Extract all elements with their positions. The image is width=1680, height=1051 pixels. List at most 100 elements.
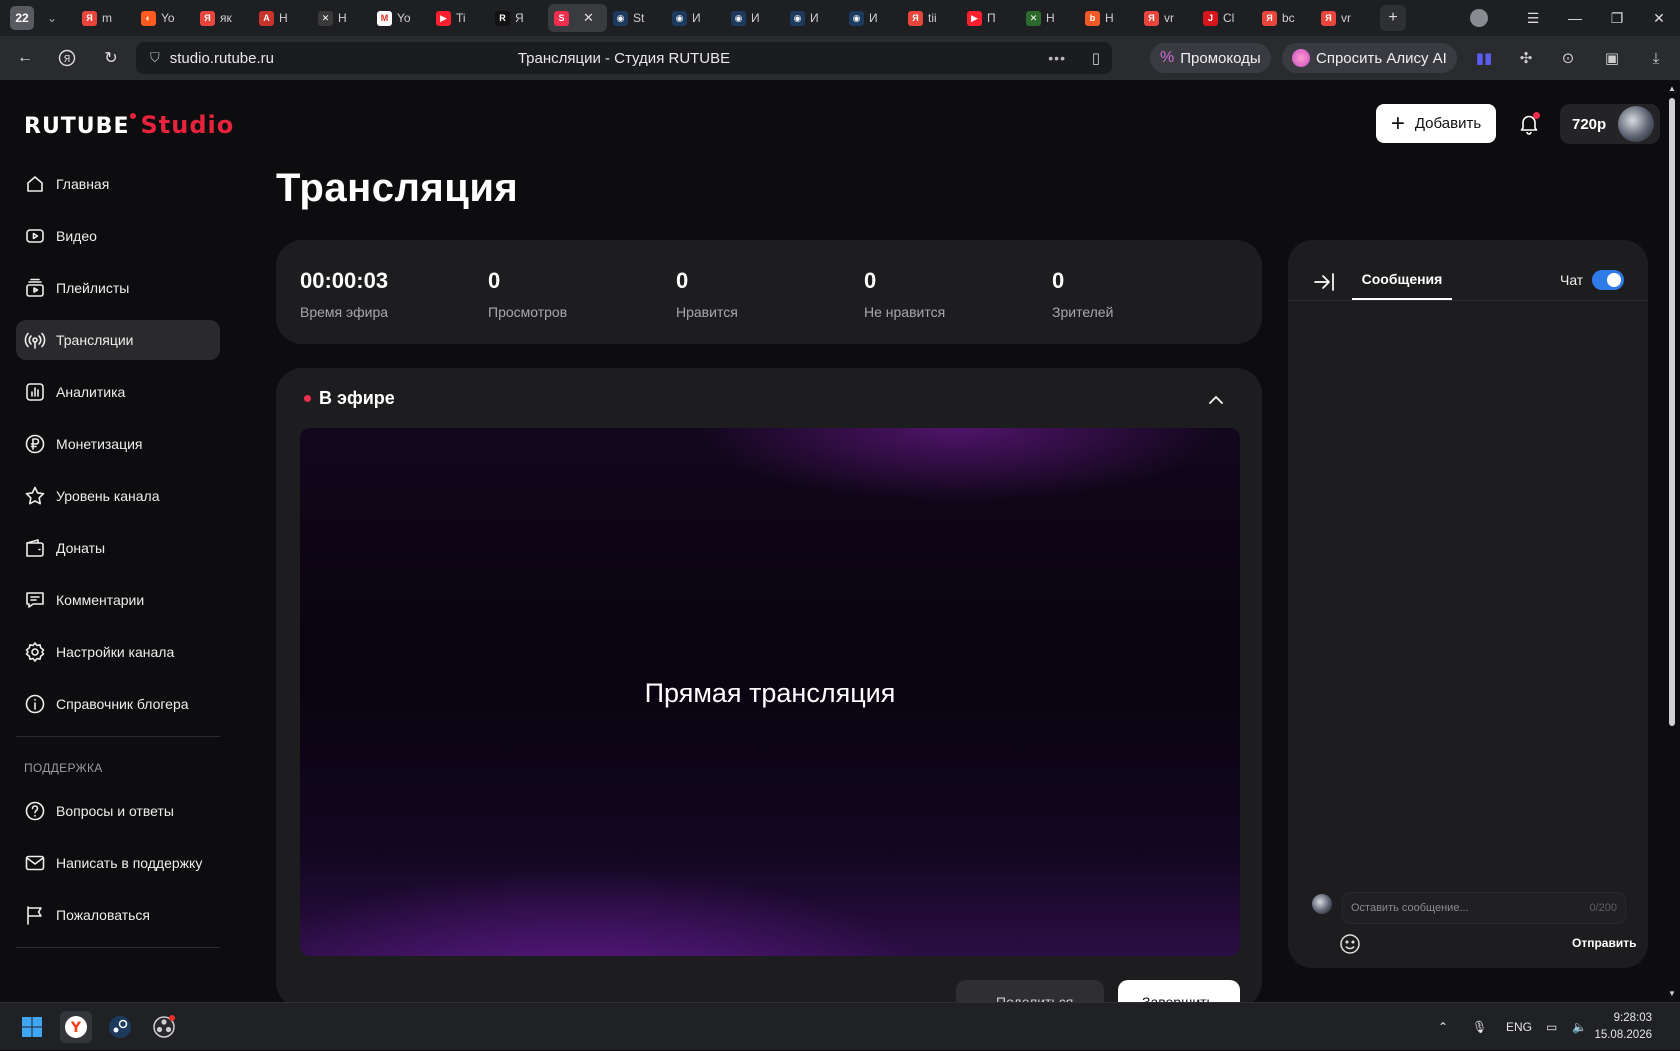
collapse-panel-icon[interactable] xyxy=(1312,270,1336,294)
browser-tab[interactable]: ✕ H xyxy=(1020,4,1079,32)
menu-icon[interactable]: ☰ xyxy=(1512,10,1554,27)
yandex-browser-icon[interactable]: Y xyxy=(60,1011,92,1043)
volume-icon[interactable]: 🔈 xyxy=(1572,1003,1587,1051)
sidebar-item-playlist[interactable]: Плейлисты xyxy=(16,268,220,308)
browser-tab[interactable]: ◉ И xyxy=(784,4,843,32)
stat-viewers: 0 Зрителей xyxy=(1052,268,1113,320)
steam-icon[interactable] xyxy=(104,1011,136,1043)
sidebar-item-label: Вопросы и ответы xyxy=(56,803,174,819)
browser-tab[interactable]: Яm xyxy=(76,4,135,32)
sidebar-item-gear[interactable]: Настройки канала xyxy=(16,632,220,672)
browser-tab[interactable]: bH xyxy=(1079,4,1138,32)
gear-icon xyxy=(24,641,46,663)
browser-tab[interactable]: Яvr xyxy=(1138,4,1197,32)
promo-button[interactable]: % Промокоды xyxy=(1150,43,1271,73)
clock[interactable]: 9:28:03 15.08.2026 xyxy=(1594,1010,1652,1044)
tab-favicon-icon: b xyxy=(1085,10,1100,26)
browser-tab[interactable]: S ✕ xyxy=(548,4,607,32)
new-tab-button[interactable]: + xyxy=(1380,5,1406,31)
minimize-icon[interactable]: — xyxy=(1554,10,1596,26)
bookmark-icon[interactable]: ▯ xyxy=(1092,49,1100,67)
browser-tab[interactable]: AH xyxy=(253,4,312,32)
browser-tab[interactable]: Яvr xyxy=(1315,4,1374,32)
reload-icon[interactable]: ↻ xyxy=(98,45,124,71)
browser-tab[interactable]: Яяк xyxy=(194,4,253,32)
chat-panel: Сообщения Чат Оставить сообщение... 0/20… xyxy=(1288,240,1648,968)
logo-studio: Studio xyxy=(140,111,235,139)
live-label: В эфире xyxy=(319,388,395,408)
close-window-icon[interactable]: ✕ xyxy=(1638,10,1680,27)
live-stream-panel: В эфире Прямая трансляция Поделиться Зав… xyxy=(276,368,1262,1008)
browser-tab[interactable]: J Cl xyxy=(1197,4,1256,32)
sidebar-item-ruble[interactable]: Монетизация xyxy=(16,424,220,464)
microphone-icon[interactable]: 🎙 xyxy=(1472,1003,1487,1051)
tab-favicon-icon: ▶ xyxy=(436,10,451,26)
browser-tab[interactable]: ◉ И xyxy=(666,4,725,32)
yandex-icon[interactable]: Я xyxy=(54,45,80,71)
flag-icon xyxy=(24,904,46,926)
sidebar-item-home[interactable]: Главная xyxy=(16,164,220,204)
scroll-down-icon[interactable]: ▼ xyxy=(1668,989,1676,998)
language-indicator[interactable]: ENG xyxy=(1506,1003,1532,1051)
browser-tab[interactable]: ◉ St xyxy=(607,4,666,32)
sidebar-item-label: Трансляции xyxy=(56,332,134,348)
sidebar-item-flag[interactable]: Пожаловаться xyxy=(16,895,220,935)
sidebar-item-comment[interactable]: Комментарии xyxy=(16,580,220,620)
rutube-studio-logo[interactable]: RUTUBE Studio xyxy=(24,111,234,139)
browser-tab[interactable]: M Yo xyxy=(371,4,430,32)
chevron-down-icon[interactable]: ⌄ xyxy=(40,6,64,30)
browser-tab[interactable]: Яbc xyxy=(1256,4,1315,32)
add-button[interactable]: + Добавить xyxy=(1376,104,1496,143)
sidebar-item-mail[interactable]: Написать в поддержку xyxy=(16,843,220,883)
windows-start-icon[interactable] xyxy=(16,1011,48,1043)
message-input[interactable]: Оставить сообщение... 0/200 xyxy=(1342,892,1626,924)
sidebar-item-info[interactable]: Справочник блогера xyxy=(16,684,220,724)
scroll-thumb[interactable] xyxy=(1669,98,1675,726)
stat-views: 0 Просмотров xyxy=(488,268,567,320)
sidebar-item-video[interactable]: Видео xyxy=(16,216,220,256)
video-player[interactable]: Прямая трансляция xyxy=(300,428,1240,956)
sidebar-item-wallet[interactable]: Донаты xyxy=(16,528,220,568)
browser-tab[interactable]: ▶ П xyxy=(961,4,1020,32)
tab-label: H xyxy=(279,11,288,25)
restore-icon[interactable]: ❐ xyxy=(1596,10,1638,27)
alice-button[interactable]: Спросить Алису AI xyxy=(1282,43,1457,73)
tab-messages[interactable]: Сообщения xyxy=(1352,260,1452,300)
sidebar-item-broadcast[interactable]: Трансляции xyxy=(16,320,220,360)
sidebar-item-analytics[interactable]: Аналитика xyxy=(16,372,220,412)
browser-tab[interactable]: RЯ xyxy=(489,4,548,32)
send-button[interactable]: Отправить xyxy=(1572,936,1636,950)
vpn-extension-icon[interactable]: ▣ xyxy=(1602,48,1622,68)
browser-tab[interactable]: ▶ Ti xyxy=(430,4,489,32)
browser-tab[interactable]: ◐ Yo xyxy=(135,4,194,32)
download-icon[interactable]: ⤓ xyxy=(1646,48,1666,68)
browser-tab[interactable]: Яtii xyxy=(902,4,961,32)
obs-icon[interactable] xyxy=(148,1011,180,1043)
browser-tab[interactable]: ◉ И xyxy=(725,4,784,32)
extensions-icon[interactable]: ✣ xyxy=(1516,48,1536,68)
profile-icon[interactable] xyxy=(1470,9,1488,27)
more-icon[interactable]: ••• xyxy=(1048,50,1066,66)
network-icon[interactable]: ▭ xyxy=(1546,1003,1557,1051)
chevron-up-icon[interactable] xyxy=(1206,390,1226,410)
browser-tab[interactable]: ◉ И xyxy=(843,4,902,32)
browser-tab[interactable]: ✕ H xyxy=(312,4,371,32)
stat-dislikes: 0 Не нравится xyxy=(864,268,945,320)
stat-label: Не нравится xyxy=(864,304,946,320)
media-icon[interactable]: ⊙ xyxy=(1558,48,1578,68)
page-scrollbar[interactable]: ▲ ▼ xyxy=(1664,80,1680,1002)
quality-profile-button[interactable]: 720p xyxy=(1560,104,1660,144)
tray-expand-icon[interactable]: ⌃ xyxy=(1438,1003,1448,1051)
logo-rutube: RUTUBE xyxy=(24,114,130,139)
stat-value: 00:00:03 xyxy=(300,268,389,293)
close-tab-icon[interactable]: ✕ xyxy=(583,10,594,26)
sidebar-item-question[interactable]: Вопросы и ответы xyxy=(16,791,220,831)
stats-extension-icon[interactable]: ▮▮ xyxy=(1474,48,1494,68)
scroll-up-icon[interactable]: ▲ xyxy=(1668,84,1676,93)
sidebar-item-star[interactable]: Уровень канала xyxy=(16,476,220,516)
url-field[interactable]: ⛉ studio.rutube.ru Трансляции - Студия R… xyxy=(136,42,1112,74)
chat-toggle[interactable] xyxy=(1592,270,1624,290)
back-icon[interactable]: ← xyxy=(12,45,38,71)
emoji-icon[interactable] xyxy=(1338,932,1362,956)
tab-counter[interactable]: 22 xyxy=(10,6,34,30)
